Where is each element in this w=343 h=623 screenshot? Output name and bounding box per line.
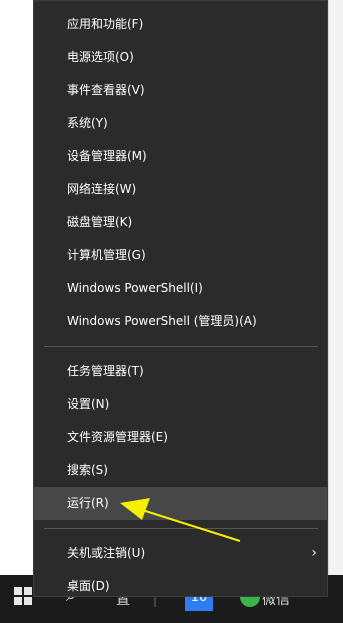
menu-item-system[interactable]: 系统(Y) [34,107,327,140]
menu-divider [44,528,318,529]
menu-item-file-explorer[interactable]: 文件资源管理器(E) [34,421,327,454]
menu-item-disk-management[interactable]: 磁盘管理(K) [34,206,327,239]
winx-context-menu: 应用和功能(F) 电源选项(O) 事件查看器(V) 系统(Y) 设备管理器(M) 网络连接… [33,0,328,597]
menu-item-label: 设备管理器(M) [67,149,147,163]
chevron-right-icon: › [311,545,317,561]
screen: ⌕ 置 10 微信 应用和功能(F)电源选项(O)事件查看器(V)系统(Y)设备… [0,0,343,623]
windows-logo-icon[interactable] [14,587,32,605]
menu-item-label: 系统(Y) [67,116,108,130]
menu-divider [44,346,318,347]
menu-item-event-viewer[interactable]: 事件查看器(V) [34,74,327,107]
menu-item-label: 网络连接(W) [67,182,137,196]
background-window-edge [328,0,343,600]
menu-item-powershell-admin[interactable]: Windows PowerShell (管理员)(A) [34,305,327,338]
menu-item-label: 事件查看器(V) [67,83,145,97]
menu-item-computer-management[interactable]: 计算机管理(G) [34,239,327,272]
menu-item-label: 磁盘管理(K) [67,215,133,229]
menu-item-label: 关机或注销(U) [67,546,146,560]
menu-item-label: 计算机管理(G) [67,248,146,262]
menu-item-label: 电源选项(O) [67,50,134,64]
menu-item-powershell[interactable]: Windows PowerShell(I) [34,272,327,305]
menu-item-shutdown-signout[interactable]: 关机或注销(U) › [34,537,327,570]
menu-item-label: Windows PowerShell (管理员)(A) [67,314,257,328]
menu-item-apps-features[interactable]: 应用和功能(F) [34,8,327,41]
menu-item-desktop[interactable]: 桌面(D) [34,570,327,603]
menu-item-label: 任务管理器(T) [67,364,144,378]
menu-item-settings[interactable]: 设置(N) [34,388,327,421]
menu-item-device-manager[interactable]: 设备管理器(M) [34,140,327,173]
menu-item-network-connections[interactable]: 网络连接(W) [34,173,327,206]
menu-item-label: 运行(R) [67,496,109,510]
menu-item-label: 桌面(D) [67,579,110,593]
menu-item-search[interactable]: 搜索(S) [34,454,327,487]
menu-item-run[interactable]: 运行(R) [34,487,327,520]
menu-item-label: Windows PowerShell(I) [67,281,203,295]
menu-item-task-manager[interactable]: 任务管理器(T) [34,355,327,388]
menu-item-label: 搜索(S) [67,463,108,477]
menu-item-power-options[interactable]: 电源选项(O) [34,41,327,74]
menu-item-label: 应用和功能(F) [67,17,144,31]
menu-item-label: 设置(N) [67,397,110,411]
menu-item-label: 文件资源管理器(E) [67,430,168,444]
